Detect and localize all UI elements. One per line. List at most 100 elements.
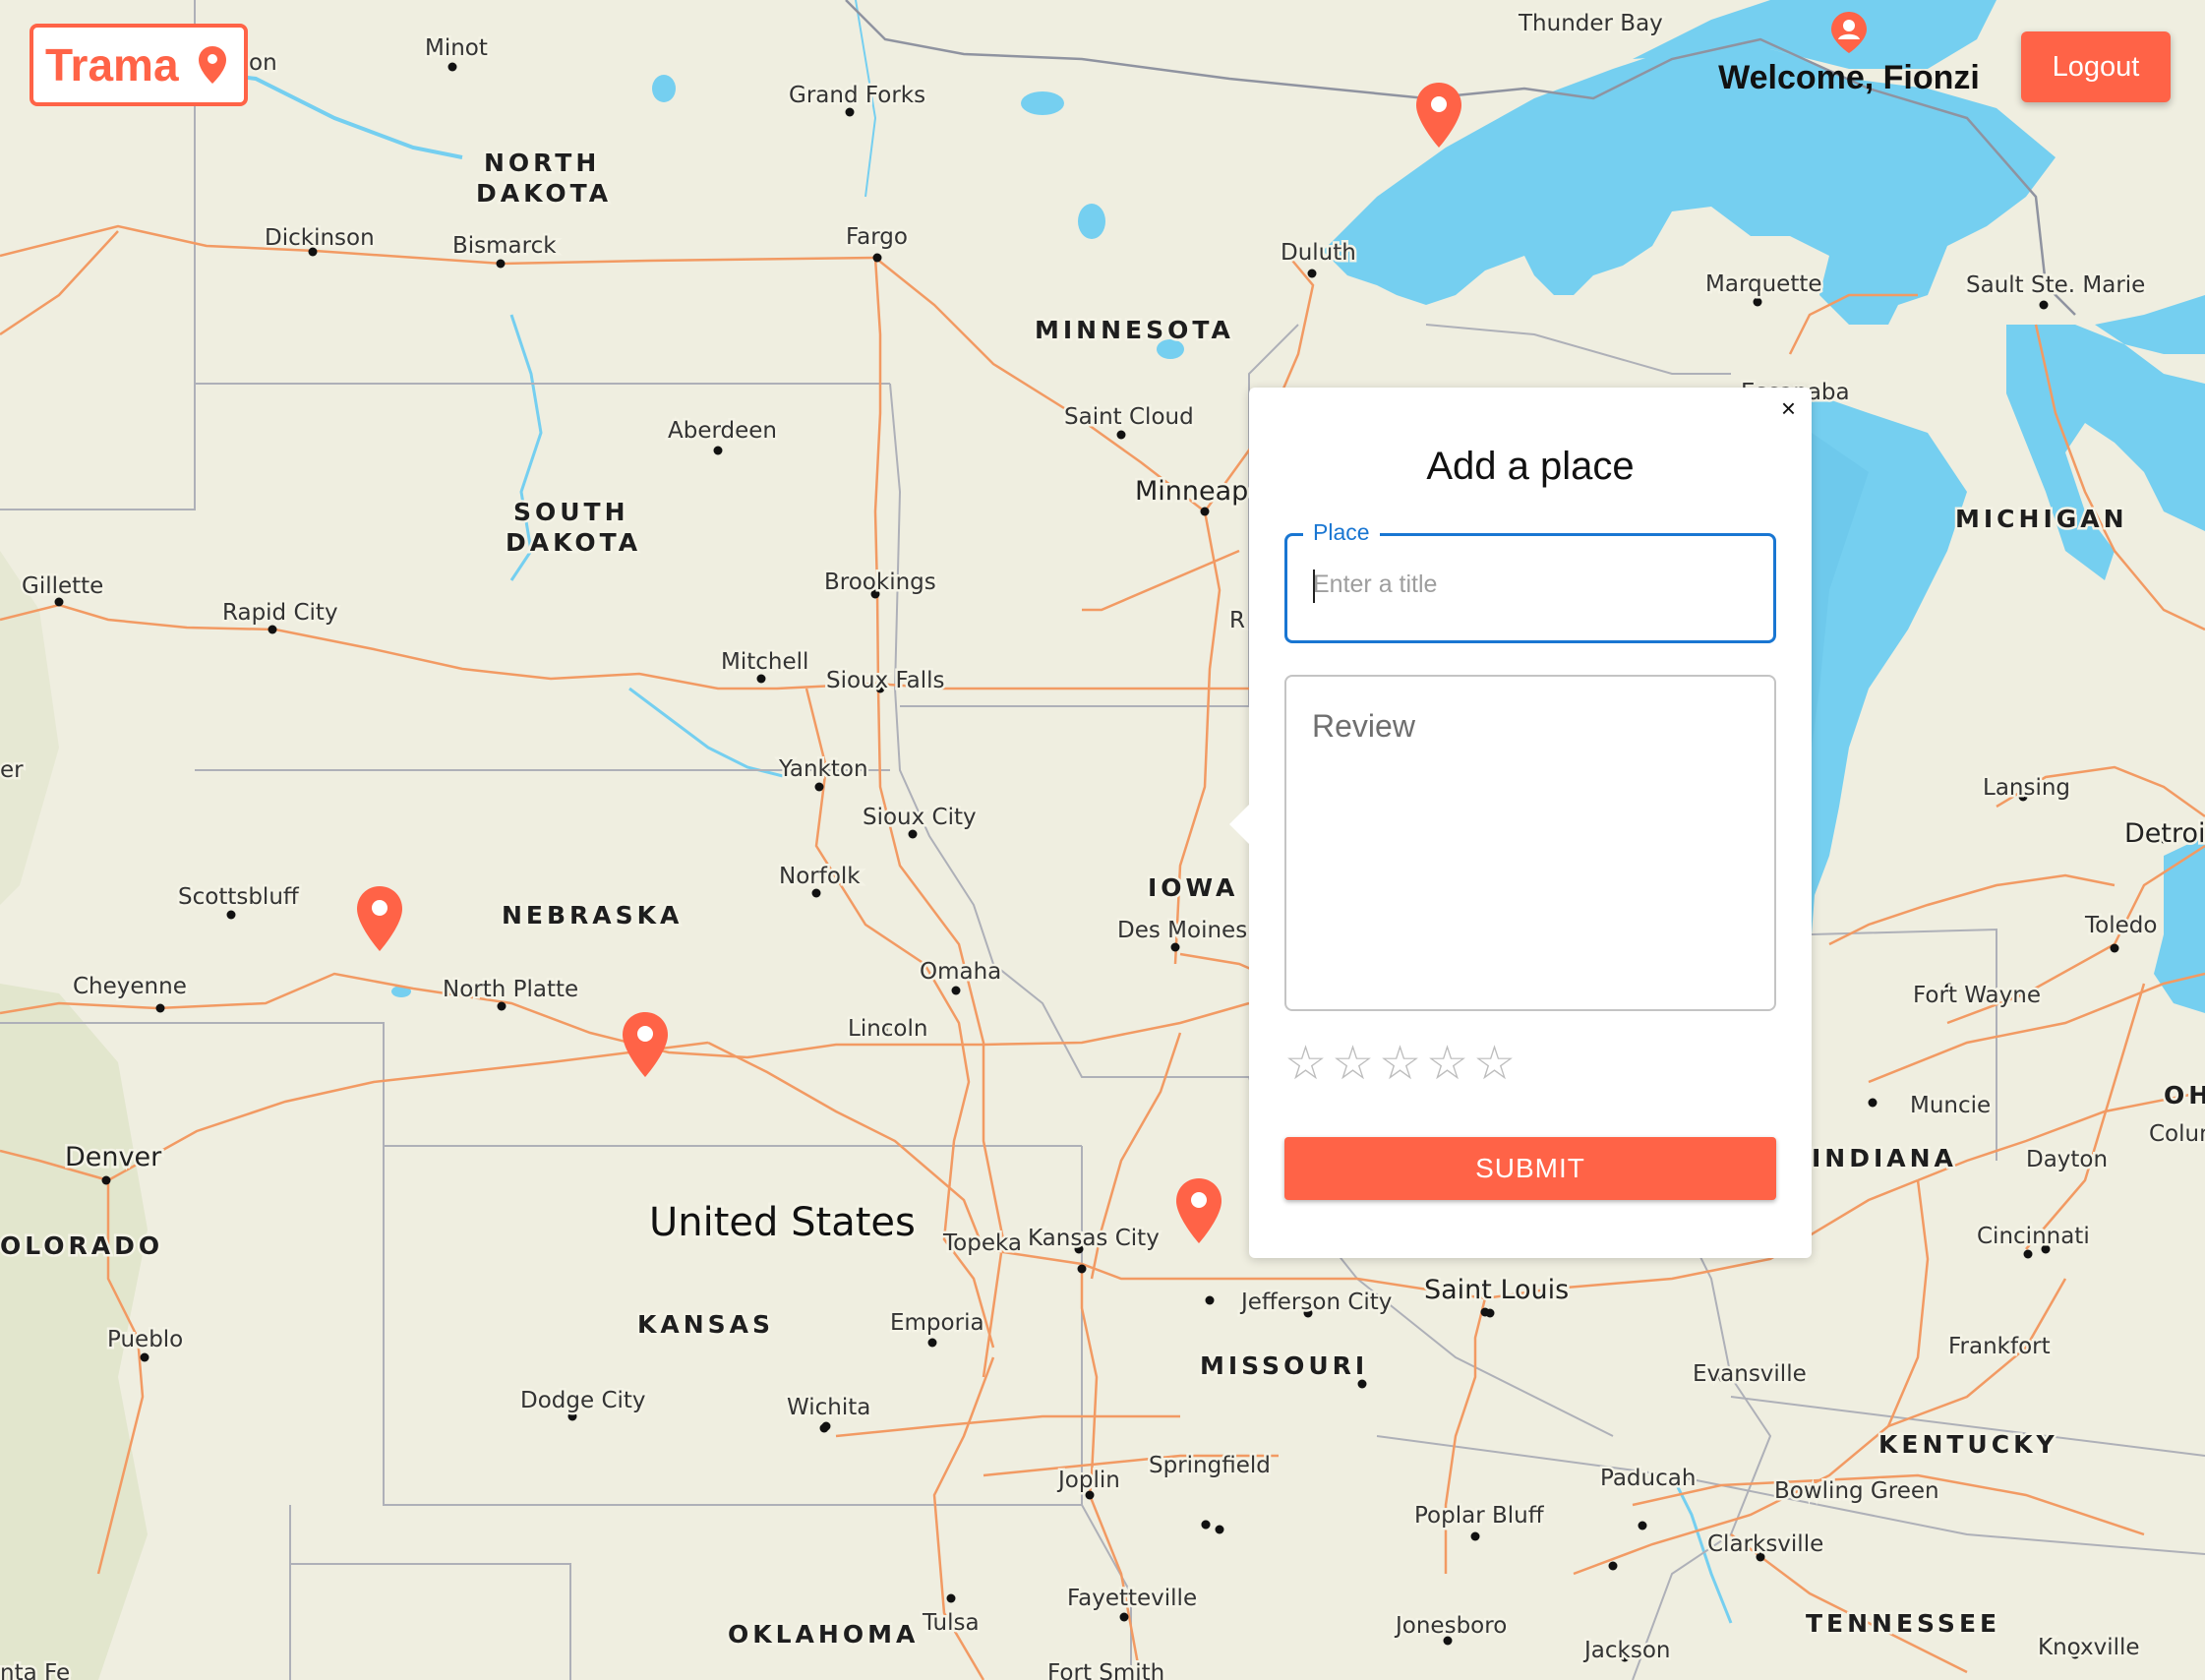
svg-text:Toledo: Toledo (2084, 913, 2157, 938)
svg-text:nta Fe: nta Fe (0, 1660, 70, 1680)
svg-text:Sioux Falls: Sioux Falls (826, 668, 945, 693)
submit-button[interactable]: SUBMIT (1284, 1137, 1776, 1200)
svg-text:Brookings: Brookings (824, 570, 936, 595)
svg-text:Saint Cloud: Saint Cloud (1064, 404, 1194, 430)
svg-text:Scottsbluff: Scottsbluff (178, 884, 300, 910)
svg-text:Pueblo: Pueblo (107, 1327, 183, 1352)
star-icon[interactable]: ☆ (1473, 1041, 1516, 1088)
svg-text:Wichita: Wichita (787, 1395, 870, 1420)
svg-text:OH: OH (2164, 1081, 2205, 1110)
svg-text:Sault Ste. Marie: Sault Ste. Marie (1966, 272, 2145, 298)
svg-text:IOWA: IOWA (1148, 873, 1238, 902)
svg-text:OKLAHOMA: OKLAHOMA (728, 1620, 919, 1649)
map-canvas[interactable]: NORTH DAKOTA SOUTH DAKOTA MINNESOTA NEBR… (0, 0, 2205, 1680)
svg-text:Thunder Bay: Thunder Bay (1518, 11, 1663, 36)
place-label: Place (1303, 519, 1380, 546)
svg-text:Fort Wayne: Fort Wayne (1913, 983, 2041, 1008)
svg-text:Springfield: Springfield (1149, 1453, 1271, 1478)
svg-text:SOUTH: SOUTH (513, 498, 629, 526)
svg-text:er: er (0, 757, 24, 783)
user-pin-icon (1831, 12, 1867, 53)
svg-text:Des Moines: Des Moines (1117, 918, 1247, 943)
place-input[interactable] (1311, 570, 1748, 600)
svg-text:on: on (249, 50, 277, 76)
svg-text:Topeka: Topeka (942, 1230, 1022, 1256)
star-icon[interactable]: ☆ (1332, 1041, 1374, 1088)
svg-text:Fort Smith: Fort Smith (1047, 1660, 1164, 1680)
svg-text:TENNESSEE: TENNESSEE (1806, 1609, 2000, 1638)
svg-text:DAKOTA: DAKOTA (506, 528, 641, 557)
svg-text:Knoxville: Knoxville (2038, 1635, 2140, 1660)
location-pin-icon (198, 46, 226, 84)
close-icon[interactable]: × (1781, 393, 1796, 424)
svg-text:R: R (1229, 608, 1245, 633)
svg-text:Fayetteville: Fayetteville (1067, 1586, 1197, 1611)
svg-text:Muncie: Muncie (1910, 1093, 1991, 1118)
svg-text:Gillette: Gillette (22, 573, 103, 599)
svg-text:Minot: Minot (425, 35, 488, 61)
popup-title: Add a place (1426, 445, 1635, 488)
place-field[interactable]: Place (1284, 519, 1776, 643)
map-marker[interactable] (1174, 1176, 1223, 1245)
svg-text:Norfolk: Norfolk (779, 864, 861, 889)
svg-text:Evansville: Evansville (1693, 1361, 1807, 1387)
svg-text:Cheyenne: Cheyenne (73, 974, 187, 999)
svg-text:KANSAS: KANSAS (637, 1310, 774, 1339)
svg-text:INDIANA: INDIANA (1812, 1144, 1957, 1172)
app-logo[interactable]: Trama (30, 24, 248, 106)
svg-text:Bowling Green: Bowling Green (1774, 1478, 1939, 1504)
svg-text:Denver: Denver (65, 1142, 162, 1172)
svg-text:Rapid City: Rapid City (222, 600, 338, 626)
svg-text:Dodge City: Dodge City (520, 1388, 646, 1413)
svg-text:North Platte: North Platte (443, 977, 578, 1002)
map-marker[interactable] (355, 884, 404, 953)
welcome-block: Welcome, Fionzi (1711, 10, 1987, 97)
svg-text:DAKOTA: DAKOTA (476, 179, 612, 208)
svg-text:Kansas City: Kansas City (1028, 1226, 1160, 1251)
logo-text: Trama (45, 39, 179, 90)
svg-text:Bismarck: Bismarck (452, 233, 557, 259)
rating-stars[interactable]: ☆ ☆ ☆ ☆ ☆ (1284, 1041, 1516, 1088)
add-place-popup: × Add a place Place ☆ ☆ ☆ ☆ ☆ SUBMIT (1229, 388, 1812, 1258)
svg-text:Poplar Bluff: Poplar Bluff (1414, 1503, 1545, 1529)
svg-text:MISSOURI: MISSOURI (1200, 1351, 1368, 1380)
map-marker[interactable] (1414, 81, 1463, 150)
star-icon[interactable]: ☆ (1284, 1041, 1327, 1088)
svg-text:Marquette: Marquette (1705, 271, 1822, 297)
svg-text:Aberdeen: Aberdeen (668, 418, 777, 444)
star-icon[interactable]: ☆ (1379, 1041, 1421, 1088)
svg-text:Mitchell: Mitchell (721, 649, 808, 675)
star-icon[interactable]: ☆ (1426, 1041, 1468, 1088)
svg-text:KENTUCKY: KENTUCKY (1878, 1430, 2058, 1459)
svg-text:Detroit: Detroit (2124, 818, 2205, 849)
logout-button[interactable]: Logout (2021, 31, 2171, 102)
svg-text:Lincoln: Lincoln (848, 1016, 927, 1042)
popup-tip (1229, 805, 1249, 844)
svg-text:Yankton: Yankton (778, 756, 868, 782)
svg-text:Jefferson City: Jefferson City (1239, 1290, 1392, 1315)
svg-text:MICHIGAN: MICHIGAN (1955, 505, 2128, 533)
review-input[interactable] (1284, 675, 1776, 1011)
svg-text:MINNESOTA: MINNESOTA (1035, 316, 1234, 344)
svg-text:Minneapo: Minneapo (1135, 476, 1265, 507)
svg-text:Sioux City: Sioux City (863, 805, 977, 830)
svg-text:Grand Forks: Grand Forks (789, 83, 925, 108)
svg-text:Omaha: Omaha (920, 959, 1001, 985)
svg-text:Clarksville: Clarksville (1707, 1531, 1823, 1557)
svg-text:Tulsa: Tulsa (922, 1610, 980, 1636)
svg-text:NEBRASKA: NEBRASKA (502, 901, 683, 930)
map-marker[interactable] (621, 1010, 670, 1079)
svg-text:Frankfort: Frankfort (1948, 1334, 2051, 1359)
svg-text:Lansing: Lansing (1983, 775, 2070, 801)
svg-text:NORTH: NORTH (484, 149, 600, 177)
svg-text:Saint Louis: Saint Louis (1424, 1275, 1569, 1305)
svg-text:Jackson: Jackson (1582, 1638, 1670, 1663)
svg-text:Emporia: Emporia (890, 1310, 984, 1336)
svg-text:Cincinnati: Cincinnati (1977, 1224, 2090, 1249)
svg-text:Jonesboro: Jonesboro (1394, 1613, 1507, 1639)
country-label: United States (649, 1200, 916, 1245)
svg-text:Columbu: Columbu (2149, 1121, 2205, 1147)
svg-text:Dayton: Dayton (2026, 1147, 2108, 1172)
svg-text:Fargo: Fargo (846, 224, 908, 250)
svg-text:Paducah: Paducah (1600, 1466, 1696, 1491)
